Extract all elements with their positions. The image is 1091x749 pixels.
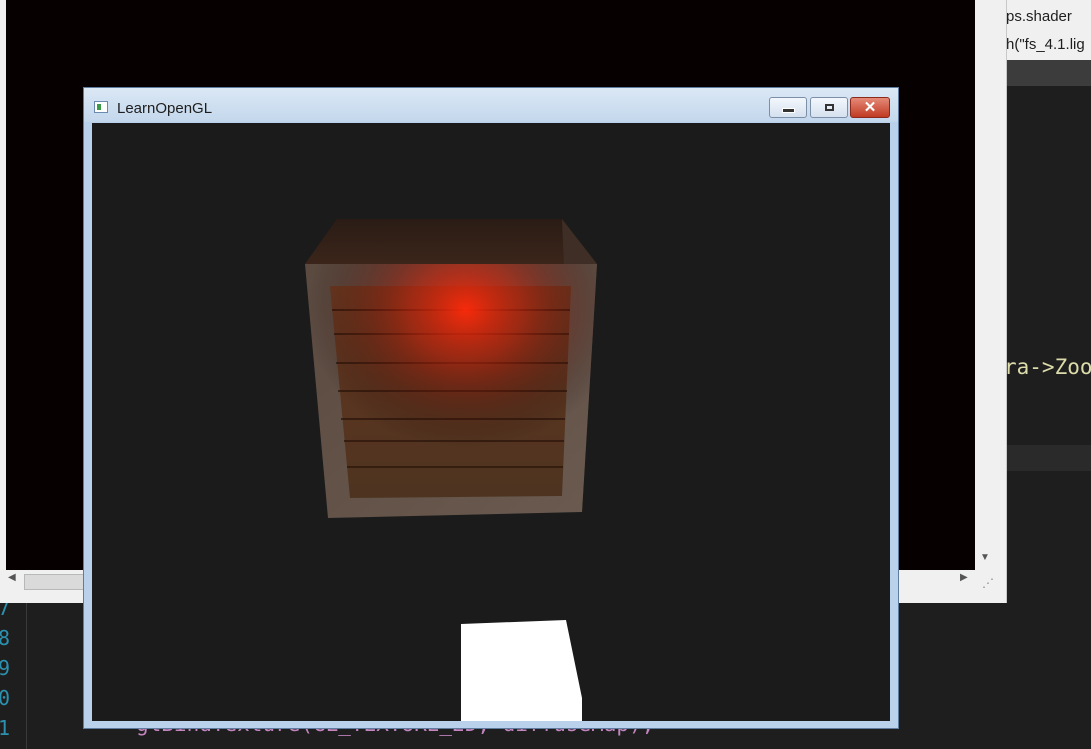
opengl-viewport[interactable] xyxy=(92,123,890,721)
line-number: 0 xyxy=(0,686,11,710)
window-title: LearnOpenGL xyxy=(117,100,213,117)
line-number-gutter: 7 8 9 0 1 xyxy=(0,596,27,749)
code-fragment: h("fs_4.1.lig xyxy=(1006,36,1085,53)
scroll-left-icon[interactable]: ◀ xyxy=(8,572,16,583)
minimize-icon xyxy=(781,108,795,113)
close-button[interactable]: ✕ xyxy=(850,97,890,118)
resize-grip-icon[interactable]: ⋰ xyxy=(982,576,994,590)
crate-top-face xyxy=(305,219,597,264)
editor-right-panel: ps.shader h("fs_4.1.lig ra->Zoom xyxy=(1004,0,1091,600)
line-number: 8 xyxy=(0,626,11,650)
close-icon: ✕ xyxy=(863,99,877,116)
maximize-button[interactable] xyxy=(810,97,848,118)
window-titlebar[interactable]: LearnOpenGL ✕ xyxy=(84,88,898,122)
line-number: 1 xyxy=(0,716,11,740)
shader-file-tab[interactable]: ps.shader xyxy=(1006,8,1072,25)
learnopengl-window: LearnOpenGL ✕ xyxy=(83,87,899,729)
app-icon xyxy=(94,101,108,113)
point-light-glow xyxy=(305,264,597,518)
minimize-button[interactable] xyxy=(769,97,807,118)
code-line-zoom: ra->Zoom xyxy=(1004,355,1091,379)
scroll-down-icon[interactable]: ▼ xyxy=(980,552,990,563)
light-source-cube xyxy=(461,620,582,721)
console-vertical-scrollbar[interactable]: ▼ xyxy=(975,0,999,570)
editor-tab-strip: ps.shader h("fs_4.1.lig xyxy=(1006,0,1091,60)
current-line-highlight xyxy=(1006,445,1091,471)
maximize-icon xyxy=(824,104,834,111)
editor-line-bar xyxy=(1006,60,1091,86)
scroll-right-icon[interactable]: ▶ xyxy=(960,572,968,583)
line-number: 9 xyxy=(0,656,11,680)
scene xyxy=(305,219,597,721)
